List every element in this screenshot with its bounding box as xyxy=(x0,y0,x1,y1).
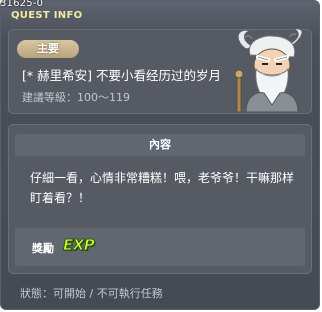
elder-with-horns-icon xyxy=(234,28,303,113)
npc-portrait xyxy=(232,27,312,113)
recommended-level: 建議等級：100～119 xyxy=(22,91,130,104)
quest-category-tab[interactable]: 主要 xyxy=(17,40,79,58)
window-title: QUEST INFO xyxy=(11,10,83,21)
exp-reward-icon: EXP xyxy=(62,236,95,255)
quest-title: [* 赫里希安] 不要小看经历过的岁月 xyxy=(22,68,221,83)
window-id-label: 31625-0 xyxy=(0,0,44,9)
quest-description: 仔細一看，心情非常糟糕！喂，老爷爷！干嘛那样盯着看？！ xyxy=(30,171,295,205)
content-header: 內容 xyxy=(15,134,305,156)
quest-status: 狀態：可開始 / 不可執行任務 xyxy=(20,287,163,300)
reward-label: 獎勵 xyxy=(32,242,54,255)
reward-section: 獎勵 EXP xyxy=(15,228,305,266)
